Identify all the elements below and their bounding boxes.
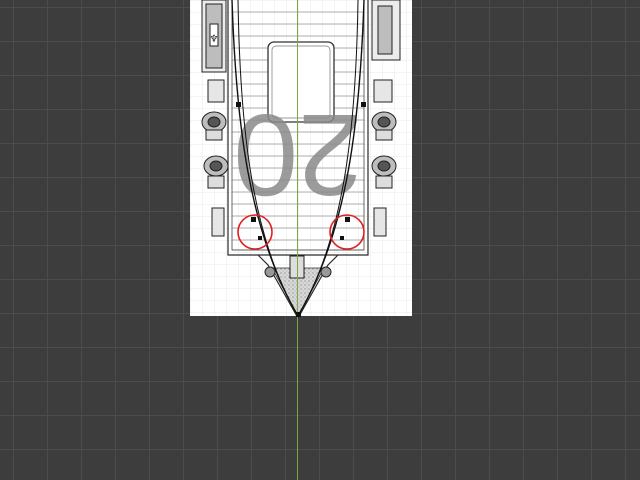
control-point[interactable]	[345, 217, 350, 222]
bezier-curve-overlay[interactable]	[0, 0, 640, 480]
control-point[interactable]	[296, 312, 301, 317]
control-point[interactable]	[251, 217, 256, 222]
control-point[interactable]	[236, 102, 241, 107]
control-point[interactable]	[340, 236, 344, 240]
control-point[interactable]	[258, 236, 262, 240]
inner-hull-curve-left[interactable]	[237, 0, 299, 317]
3d-viewport[interactable]: 20 ♆	[0, 0, 640, 480]
outer-hull-curve-left[interactable]	[231, 0, 299, 317]
outer-hull-curve-right[interactable]	[297, 0, 365, 317]
inner-hull-curve-right[interactable]	[297, 0, 359, 317]
control-point[interactable]	[361, 102, 366, 107]
